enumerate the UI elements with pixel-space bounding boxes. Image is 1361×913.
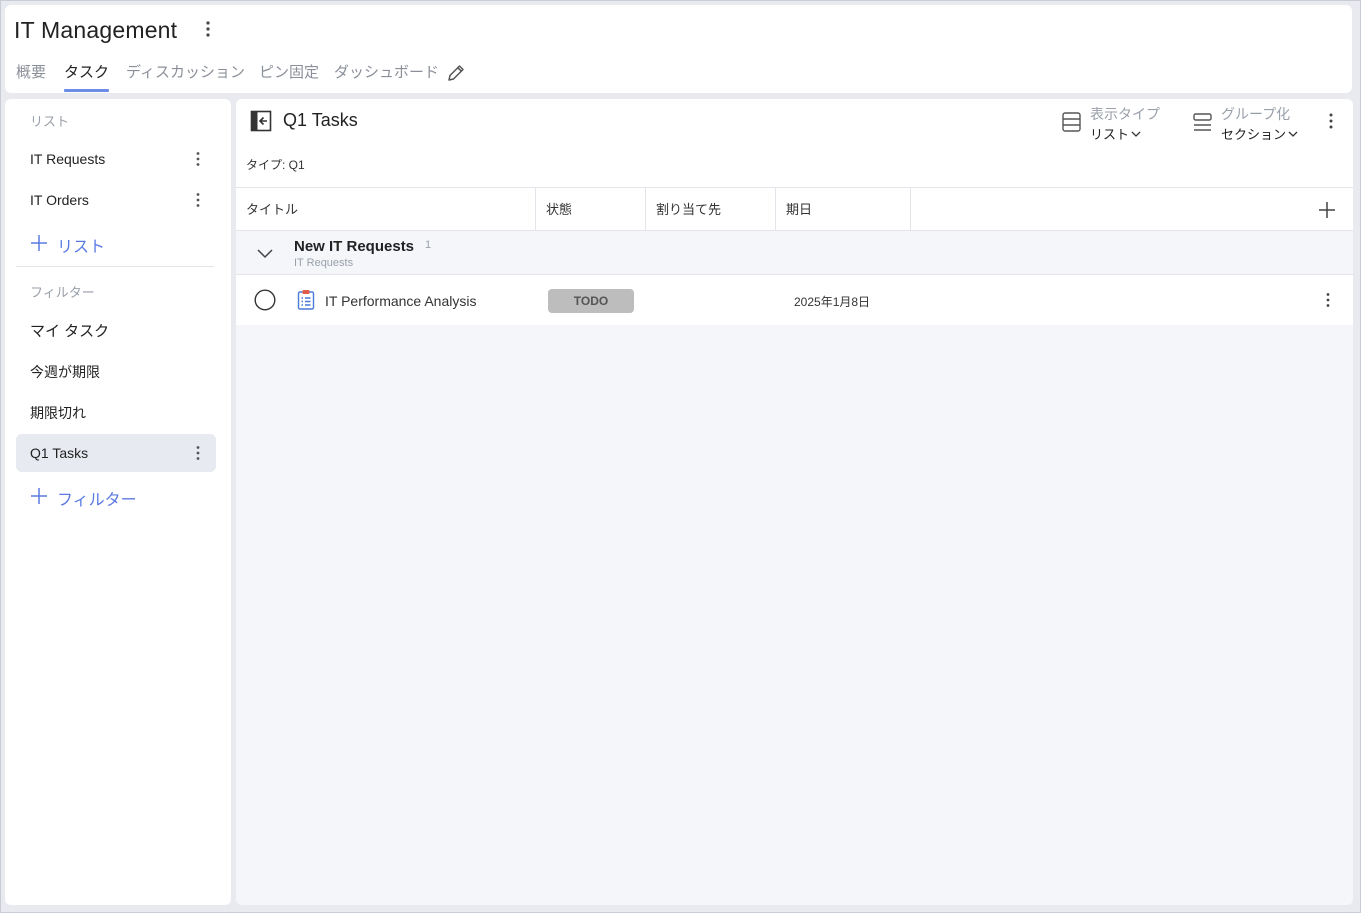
plus-icon (30, 487, 48, 505)
collapse-sidebar-icon[interactable] (250, 110, 272, 132)
chevron-down-icon (1288, 130, 1298, 138)
tab-overview[interactable]: 概要 (16, 61, 46, 93)
task-title[interactable]: IT Performance Analysis (325, 293, 476, 309)
sidebar-item-label: 今週が期限 (30, 364, 100, 380)
group-by-value: セクション (1221, 124, 1298, 143)
tab-tasks[interactable]: タスク (64, 61, 110, 93)
group-count: 1 (425, 239, 432, 251)
view-header: Q1 Tasks タイプ: Q1 表示タイプ リスト グループ化 セクション (236, 99, 1353, 187)
group-by-dropdown[interactable]: グループ化 セクション (1192, 101, 1307, 143)
sidebar-item-label: IT Requests (30, 151, 106, 167)
plus-icon (30, 234, 48, 252)
kebab-icon[interactable] (1321, 111, 1341, 131)
lists-section-label: リスト (30, 114, 70, 129)
sidebar-item-label: マイ タスク (30, 323, 110, 340)
sidebar-item-it-requests[interactable]: IT Requests (16, 140, 216, 178)
column-header-status[interactable]: 状態 (536, 188, 646, 231)
sidebar-item-q1-tasks[interactable]: Q1 Tasks (16, 434, 216, 472)
column-header-assignee[interactable]: 割り当て先 (646, 188, 776, 231)
tab-dashboard[interactable]: ダッシュボード (334, 61, 439, 93)
chevron-down-icon[interactable] (256, 246, 274, 260)
group-by-label: グループ化 (1221, 106, 1291, 122)
app-title: IT Management (14, 17, 178, 43)
group-icon (1192, 111, 1214, 133)
pencil-icon[interactable] (446, 63, 466, 83)
group-title: New IT Requests (294, 238, 415, 255)
sidebar: リスト IT Requests IT Orders リスト フィルター マイ タ… (5, 99, 231, 905)
divider (16, 266, 214, 267)
kebab-icon[interactable] (198, 19, 218, 39)
filters-section-label: フィルター (30, 285, 95, 300)
column-header-due[interactable]: 期日 (776, 188, 911, 231)
view-type-label: 表示タイプ (1090, 106, 1160, 122)
group-subtitle: IT Requests (294, 257, 354, 269)
kebab-icon[interactable] (188, 190, 208, 210)
list-view-icon (1061, 111, 1083, 133)
header: IT Management 概要 タスク ディスカッション ピン固定 ダッシュボ… (5, 5, 1352, 93)
filter-type-label: タイプ: Q1 (246, 158, 305, 172)
main-panel: Q1 Tasks タイプ: Q1 表示タイプ リスト グループ化 セクション タ… (236, 99, 1353, 905)
clipboard-checklist-icon (297, 289, 315, 310)
sidebar-item-it-orders[interactable]: IT Orders (16, 181, 216, 219)
view-type-value: リスト (1090, 124, 1141, 143)
add-filter-label: フィルター (57, 492, 137, 509)
view-title: Q1 Tasks (283, 110, 358, 130)
table-row[interactable]: IT Performance Analysis TODO 2025年1月8日 (236, 275, 1353, 325)
sidebar-item-label: IT Orders (30, 192, 89, 208)
circle-icon[interactable] (254, 289, 276, 311)
status-badge[interactable]: TODO (548, 289, 634, 313)
chevron-down-icon (1131, 130, 1141, 138)
kebab-icon[interactable] (188, 149, 208, 169)
kebab-icon[interactable] (1318, 290, 1338, 310)
tab-discussion[interactable]: ディスカッション (126, 61, 245, 93)
plus-icon[interactable] (1317, 200, 1337, 220)
group-header: New IT Requests 1 IT Requests (236, 231, 1353, 275)
sidebar-item-due-this-week[interactable]: 今週が期限 (16, 351, 216, 389)
sidebar-item-my-tasks[interactable]: マイ タスク (16, 310, 216, 348)
view-type-dropdown[interactable]: 表示タイプ リスト (1061, 101, 1166, 143)
column-header-title[interactable]: タイトル (236, 188, 536, 231)
tab-pinned[interactable]: ピン固定 (259, 61, 319, 93)
kebab-icon[interactable] (188, 443, 208, 463)
add-list-label: リスト (57, 239, 106, 256)
sidebar-item-overdue[interactable]: 期限切れ (16, 392, 216, 430)
sidebar-item-label: Q1 Tasks (30, 445, 89, 461)
due-date: 2025年1月8日 (794, 295, 871, 309)
sidebar-item-label: 期限切れ (30, 405, 86, 421)
table-header: タイトル 状態 割り当て先 期日 (236, 187, 1353, 231)
